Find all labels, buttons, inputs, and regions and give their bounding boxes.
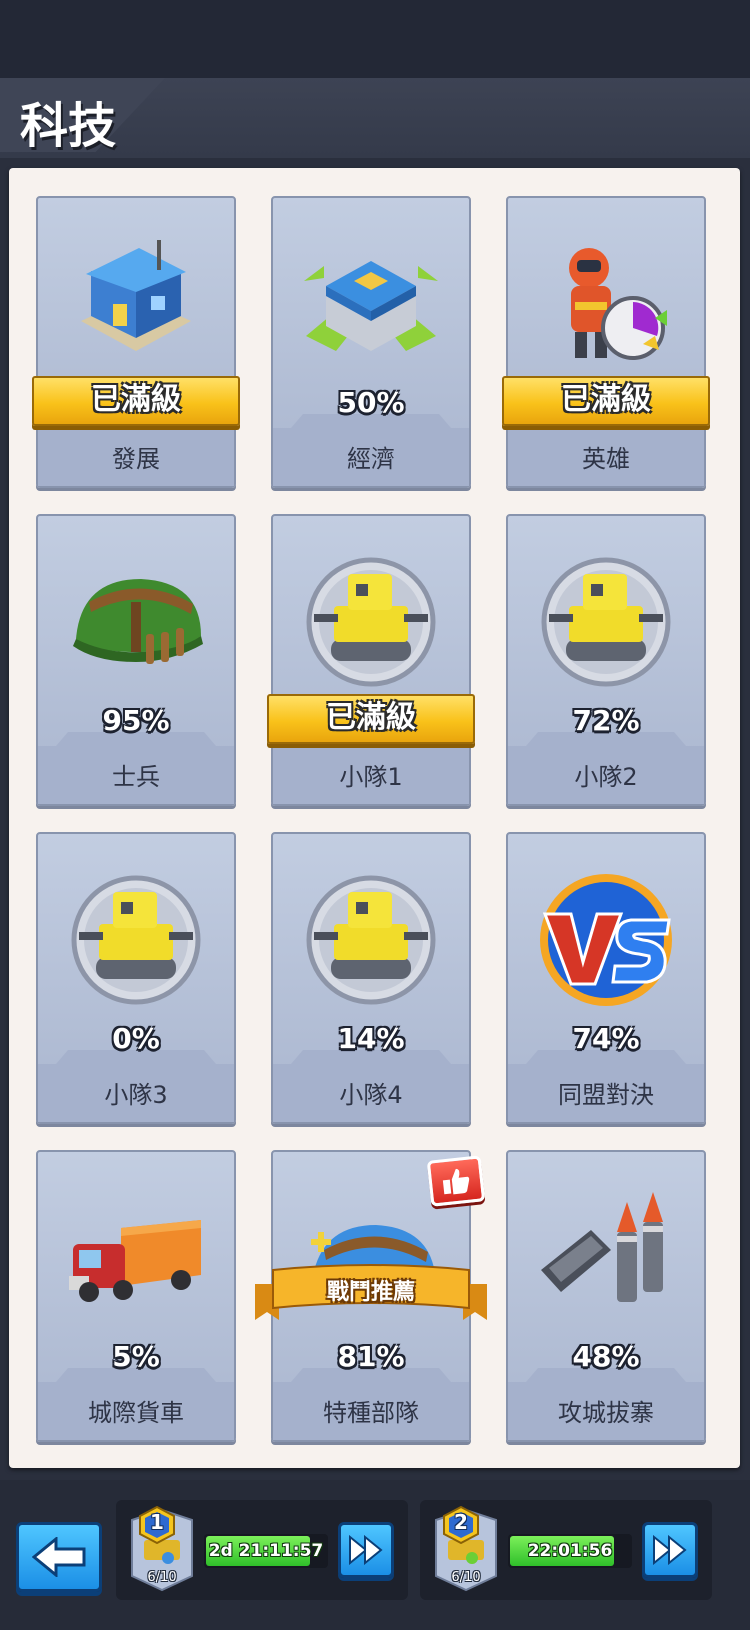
tank-icon — [273, 516, 469, 721]
timer-text: 22:01:56 — [527, 1541, 613, 1561]
back-button[interactable] — [16, 1522, 102, 1592]
ribbon-label: 戰鬥推薦 — [326, 1280, 415, 1305]
tech-card-development[interactable]: 已滿級 發展 — [32, 196, 240, 488]
back-arrow-icon — [32, 1537, 86, 1577]
progress-percent: 5% — [112, 1340, 160, 1373]
card-label: 攻城拔寨 — [558, 1399, 654, 1427]
vs-icon — [508, 834, 704, 1039]
queue-timer: 2d 21:11:57 — [204, 1534, 328, 1568]
queue-timer: 22:01:56 — [508, 1534, 632, 1568]
queue-hero: 1 6/10 — [124, 1506, 200, 1594]
card-label: 經濟 — [347, 445, 395, 473]
card-label: 發展 — [112, 445, 160, 473]
card-label: 小隊2 — [574, 763, 638, 791]
tech-card-squad-1[interactable]: 已滿級 小隊1 — [267, 514, 475, 806]
progress-percent: 74% — [572, 1022, 640, 1055]
card-label: 士兵 — [112, 763, 160, 791]
research-queue-2[interactable]: 2 6/10 22:01:56 — [420, 1500, 712, 1600]
tank-icon — [508, 516, 704, 721]
progress-percent: 81% — [337, 1340, 405, 1373]
tech-card-hero[interactable]: 已滿級 英雄 — [502, 196, 710, 488]
card-label: 小隊1 — [339, 763, 403, 791]
tech-card-intercity-truck[interactable]: 5% 城際貨車 — [36, 1150, 236, 1442]
tech-card-squad-4[interactable]: 14% 小隊4 — [271, 832, 471, 1124]
hero-icon — [508, 198, 704, 403]
tech-card-siege[interactable]: 48% 攻城拔寨 — [506, 1150, 706, 1442]
queue-hero: 2 6/10 — [428, 1506, 504, 1594]
progress-percent: 50% — [337, 386, 405, 419]
timer-text: 2d 21:11:57 — [208, 1541, 324, 1561]
maxed-badge: 已滿級 — [32, 376, 240, 426]
top-status-area — [0, 0, 750, 78]
tech-card-squad-2[interactable]: 72% 小隊2 — [506, 514, 706, 806]
maxed-badge: 已滿級 — [502, 376, 710, 426]
progress-percent: 72% — [572, 704, 640, 737]
research-queue-1[interactable]: 1 6/10 2d 21:11:57 — [116, 1500, 408, 1600]
building-icon — [38, 198, 234, 403]
card-label: 小隊3 — [104, 1081, 168, 1109]
card-label: 英雄 — [582, 445, 630, 473]
truck-icon — [38, 1152, 234, 1357]
queue-count: 6/10 — [147, 1570, 177, 1585]
card-label: 同盟對決 — [558, 1081, 654, 1109]
fast-forward-icon — [653, 1535, 687, 1565]
helmet-icon — [38, 516, 234, 721]
rocket-icon — [508, 1152, 704, 1357]
card-label: 特種部隊 — [323, 1399, 419, 1427]
queue-count: 6/10 — [451, 1570, 481, 1585]
tech-card-squad-3[interactable]: 0% 小隊3 — [36, 832, 236, 1124]
thumbs-up-icon — [426, 1155, 486, 1207]
card-label: 城際貨車 — [88, 1399, 184, 1427]
progress-percent: 48% — [572, 1340, 640, 1373]
tech-card-alliance-duel[interactable]: 74% 同盟對決 — [506, 832, 706, 1124]
tech-card-special-forces[interactable]: 戰鬥推薦 81% 特種部隊 — [255, 1150, 487, 1442]
tech-panel: 已滿級 發展 50% 經濟 已滿級 英雄 95% 士兵 已滿級 小隊1 72% … — [9, 168, 740, 1468]
economy-building-icon — [273, 198, 469, 403]
recommended-ribbon: 戰鬥推薦 — [255, 1264, 487, 1326]
queue-level: 2 — [454, 1510, 468, 1534]
progress-percent: 14% — [337, 1022, 405, 1055]
tank-icon — [38, 834, 234, 1039]
progress-percent: 95% — [102, 704, 170, 737]
maxed-badge: 已滿級 — [267, 694, 475, 744]
queue-level: 1 — [150, 1510, 164, 1534]
page-title: 科技 — [20, 98, 117, 154]
speed-up-button[interactable] — [642, 1522, 698, 1578]
tech-card-economy[interactable]: 50% 經濟 — [271, 196, 471, 488]
speed-up-button[interactable] — [338, 1522, 394, 1578]
card-label: 小隊4 — [339, 1081, 403, 1109]
tech-card-soldier[interactable]: 95% 士兵 — [36, 514, 236, 806]
fast-forward-icon — [349, 1535, 383, 1565]
tank-icon — [273, 834, 469, 1039]
progress-percent: 0% — [112, 1022, 160, 1055]
